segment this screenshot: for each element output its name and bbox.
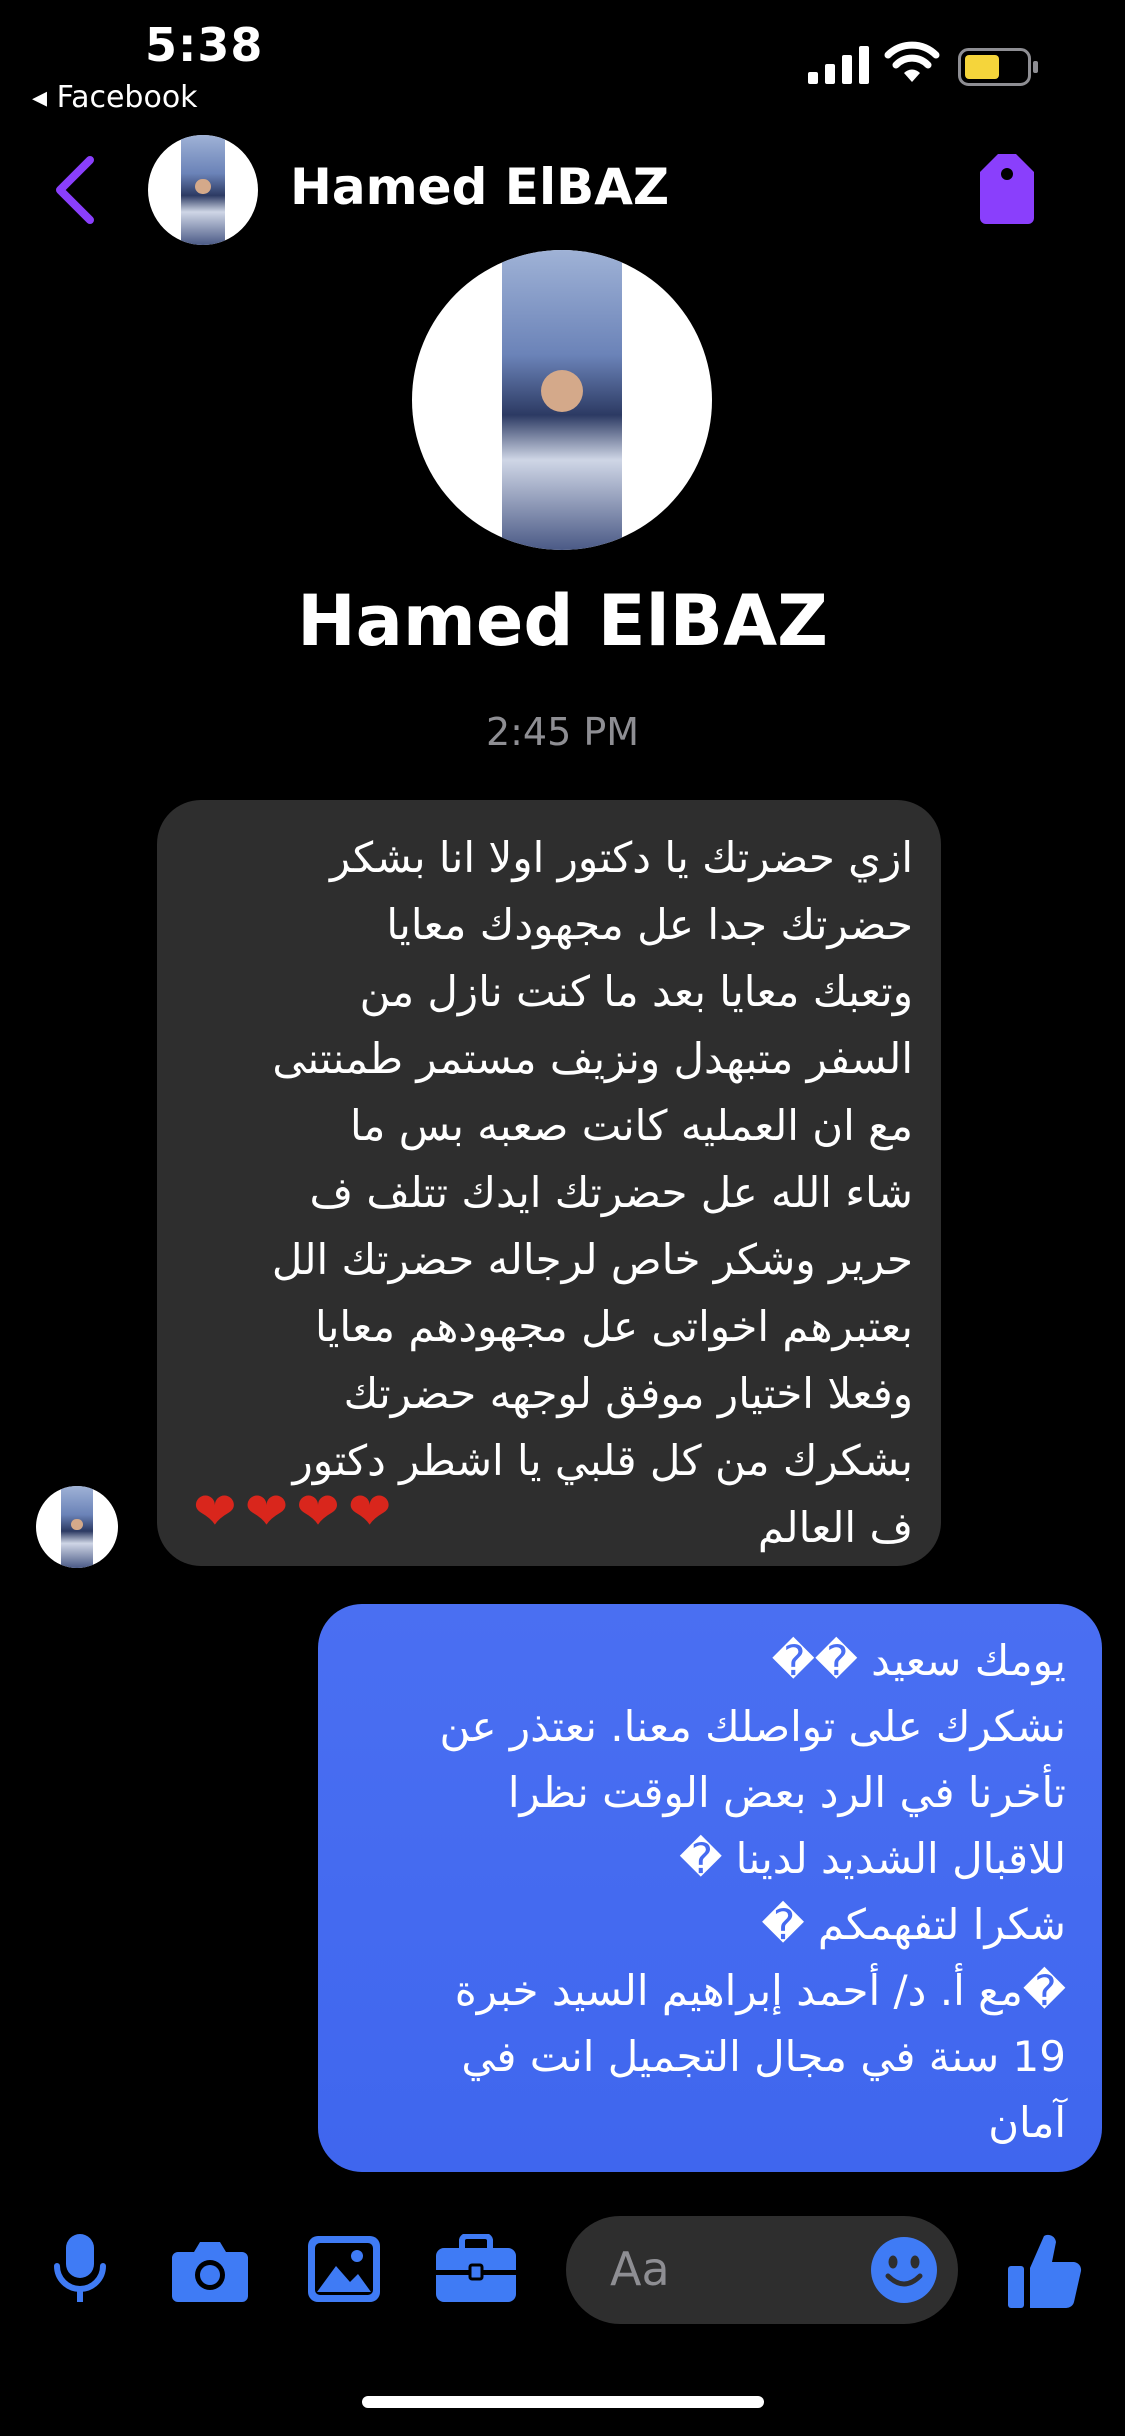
sender-avatar[interactable] (36, 1486, 118, 1568)
smiley-icon[interactable] (870, 2236, 938, 2304)
header-contact-name[interactable]: Hamed ElBAZ (290, 158, 669, 216)
back-to-facebook-link[interactable]: ◂ Facebook (32, 80, 198, 115)
briefcase-icon[interactable] (436, 2234, 516, 2304)
tag-icon[interactable] (978, 152, 1036, 226)
message-input-placeholder: Aa (610, 2242, 670, 2296)
back-chevron-icon[interactable] (50, 150, 100, 230)
heart-emojis: ❤❤❤❤ (193, 1482, 400, 1542)
camera-icon[interactable] (172, 2238, 248, 2302)
outgoing-message-text: يومك سعيد �� نشكرك على تواصلك معنا. نعتذ… (439, 1636, 1066, 2147)
thumbs-up-icon[interactable] (1008, 2230, 1082, 2310)
battery-icon (958, 48, 1038, 86)
message-input[interactable]: Aa (566, 2216, 958, 2324)
microphone-icon[interactable] (52, 2232, 108, 2306)
incoming-message-bubble[interactable]: ازي حضرتك يا دكتور اولا انا بشكر حضرتك ج… (157, 800, 941, 1566)
outgoing-message-bubble[interactable]: يومك سعيد �� نشكرك على تواصلك معنا. نعتذ… (318, 1604, 1102, 2172)
wifi-icon (884, 41, 940, 82)
incoming-message-text: ازي حضرتك يا دكتور اولا انا بشكر حضرتك ج… (271, 833, 913, 1552)
profile-name: Hamed ElBAZ (297, 580, 828, 662)
home-indicator (362, 2396, 764, 2408)
profile-avatar[interactable] (412, 250, 712, 550)
message-timestamp: 2:45 PM (485, 710, 640, 754)
status-time: 5:38 (145, 18, 264, 72)
gallery-icon[interactable] (308, 2236, 380, 2302)
signal-icon (808, 46, 869, 84)
header-avatar[interactable] (148, 135, 258, 245)
